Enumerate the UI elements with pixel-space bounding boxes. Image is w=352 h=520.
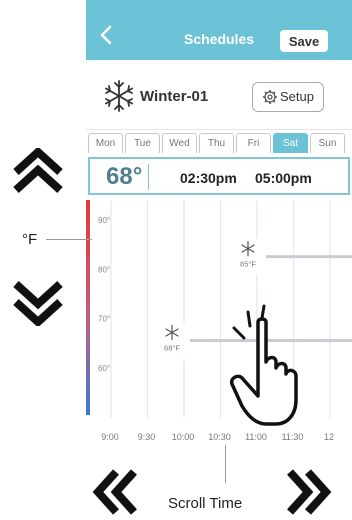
- double-chevron-left-icon: [92, 469, 137, 515]
- start-time[interactable]: 02:30pm: [180, 170, 237, 186]
- tab-sat[interactable]: Sat: [273, 133, 308, 153]
- end-time[interactable]: 05:00pm: [255, 170, 312, 186]
- setpoint-row[interactable]: 68° 02:30pm 05:00pm: [88, 157, 350, 195]
- setup-label: Setup: [280, 88, 314, 104]
- setpoint-divider: [148, 164, 149, 190]
- setpoint-marker[interactable]: [232, 238, 266, 275]
- temperature-tick-label: 60°: [98, 364, 110, 373]
- time-tick-label: 12: [324, 432, 334, 442]
- double-chevron-right-icon: [287, 469, 332, 515]
- setpoint-label: 85°F: [240, 260, 256, 269]
- temperature-tick-label: 70°: [98, 315, 110, 324]
- time-tick-label: 9:00: [101, 432, 119, 442]
- time-tick-label: 10:00: [172, 432, 195, 442]
- double-chevron-down-icon: [13, 281, 63, 326]
- save-button[interactable]: Save: [280, 30, 328, 52]
- schedule-row: Winter-01 Setup: [86, 60, 352, 130]
- time-tick-label: 9:30: [138, 432, 156, 442]
- tab-fri[interactable]: Fri: [236, 133, 271, 153]
- snowflake-icon: [105, 80, 133, 112]
- tab-sun[interactable]: Sun: [310, 133, 345, 153]
- temperature-scale-bar: [86, 200, 90, 415]
- gear-icon: [263, 90, 277, 105]
- top-bar: Schedules Save: [86, 0, 352, 60]
- phone-screen: Schedules Save Winter-01 Setup Mon Tue W…: [86, 0, 352, 455]
- setpoint-temperature[interactable]: 68°: [106, 163, 142, 191]
- setpoint-label: 68°F: [164, 344, 180, 353]
- unit-guide-line: [46, 239, 92, 240]
- tab-tue[interactable]: Tue: [125, 133, 160, 153]
- schedule-chart[interactable]: 90° 80° 70° 60° 9:00 9:30 10:00 10:30 11:00 11:3…: [86, 200, 352, 455]
- tab-wed[interactable]: Wed: [162, 133, 197, 153]
- tab-thu[interactable]: Thu: [199, 133, 234, 153]
- time-tick-label: 11:30: [282, 432, 304, 442]
- schedule-name: Winter-01: [140, 88, 209, 105]
- setup-button[interactable]: Setup: [252, 82, 324, 112]
- tab-mon[interactable]: Mon: [88, 133, 123, 153]
- temperature-tick-label: 90°: [98, 216, 110, 225]
- setpoint-marker[interactable]: [156, 322, 190, 359]
- double-chevron-up-icon: [13, 148, 63, 193]
- unit-label: °F: [22, 231, 38, 248]
- time-guide-line: [225, 445, 226, 483]
- day-tabs: Mon Tue Wed Thu Fri Sat Sun: [88, 133, 352, 153]
- hand-pointer-icon: [229, 304, 298, 426]
- time-tick-label: 10:30: [208, 432, 231, 442]
- time-tick-label: 11:00: [245, 432, 267, 442]
- scroll-time-label: Scroll Time: [168, 495, 243, 512]
- temperature-tick-label: 80°: [98, 265, 110, 274]
